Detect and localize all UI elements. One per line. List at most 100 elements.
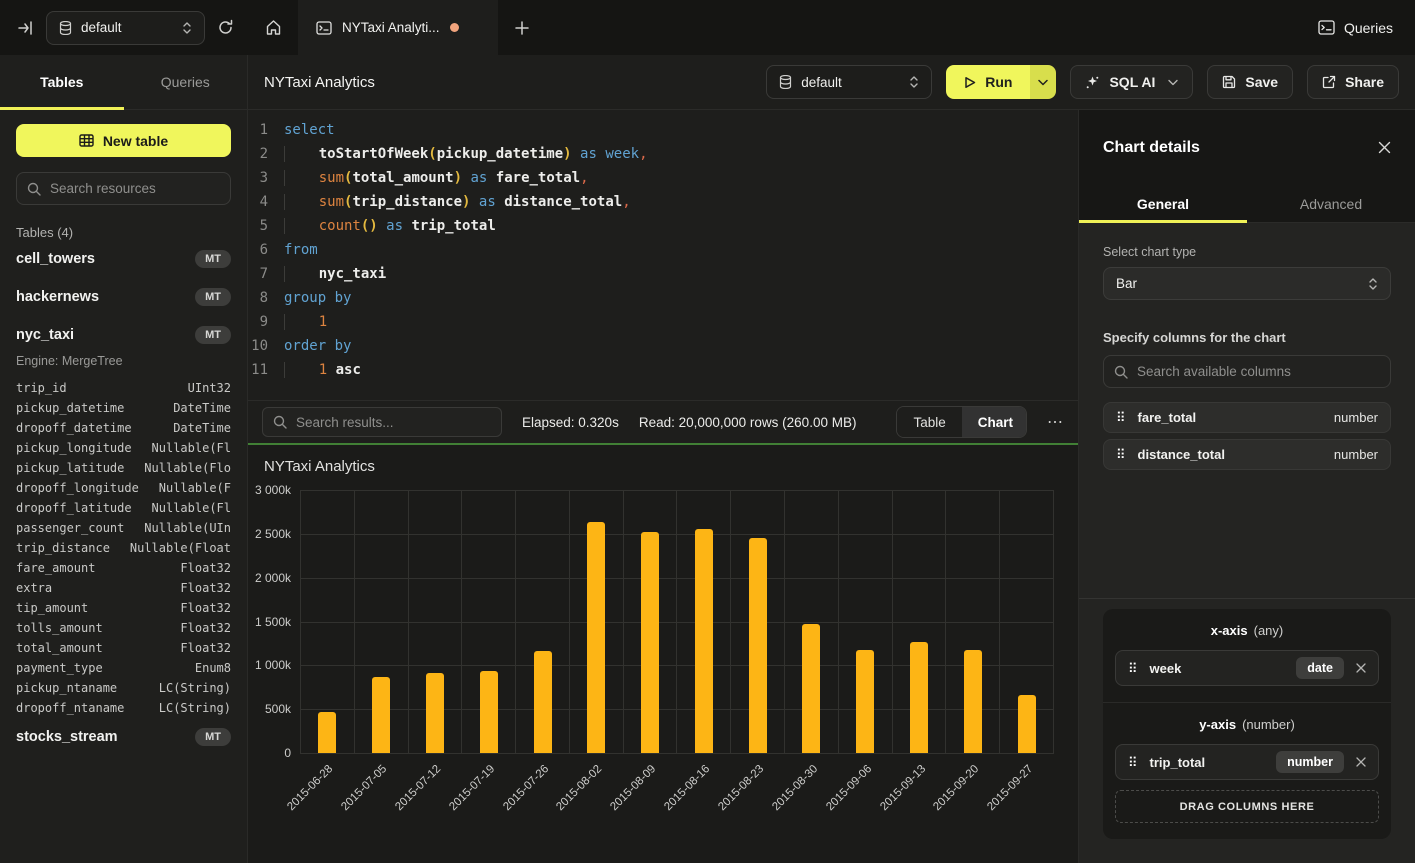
- tab-general[interactable]: General: [1079, 185, 1247, 222]
- column-type: LC(String): [159, 678, 231, 698]
- bar-2015-07-19: [480, 671, 498, 753]
- column-row: pickup_latitudeNullable(Flo: [16, 458, 231, 478]
- chart-details-body: Select chart type Bar Specify columns fo…: [1079, 223, 1415, 863]
- database-selector[interactable]: default: [46, 11, 205, 45]
- code-line[interactable]: 2 toStartOfWeek(pickup_datetime) as week…: [248, 142, 1078, 166]
- close-icon: [1378, 141, 1391, 154]
- bar-2015-08-30: [802, 624, 820, 753]
- save-button[interactable]: Save: [1207, 65, 1293, 99]
- line-number: 9: [248, 310, 284, 334]
- available-column-distance_total[interactable]: ⠿distance_totalnumber: [1103, 439, 1391, 470]
- close-panel-button[interactable]: [1378, 141, 1391, 154]
- available-column-fare_total[interactable]: ⠿fare_totalnumber: [1103, 402, 1391, 433]
- view-table-segment[interactable]: Table: [897, 407, 961, 437]
- plot-cell: [999, 490, 1054, 753]
- code-line[interactable]: 8group by: [248, 286, 1078, 310]
- chart-title: NYTaxi Analytics: [264, 458, 375, 475]
- column-name: pickup_latitude: [16, 458, 124, 478]
- column-type: Enum8: [195, 658, 231, 678]
- drag-handle-icon[interactable]: ⠿: [1116, 411, 1126, 424]
- code-line[interactable]: 6from: [248, 238, 1078, 262]
- code-line[interactable]: 1select: [248, 118, 1078, 142]
- plot-cell: [300, 490, 354, 753]
- y-axis-column-pill[interactable]: ⠿ trip_total number: [1115, 744, 1379, 780]
- chart-details-title: Chart details: [1103, 139, 1200, 157]
- column-type: Nullable(Fl: [152, 438, 231, 458]
- search-columns-input[interactable]: [1103, 355, 1391, 388]
- table-item-stocks_stream[interactable]: stocks_streamMT: [16, 718, 231, 756]
- chevron-updown-icon: [182, 21, 192, 35]
- code-line[interactable]: 3 sum(total_amount) as fare_total,: [248, 166, 1078, 190]
- sidebar-tabs: Tables Queries: [0, 55, 247, 110]
- view-chart-segment[interactable]: Chart: [962, 407, 1027, 437]
- code-line[interactable]: 7 nyc_taxi: [248, 262, 1078, 286]
- y-tick-label: 500k: [265, 702, 291, 716]
- home-button[interactable]: [248, 0, 298, 55]
- drag-handle-icon[interactable]: ⠿: [1128, 662, 1138, 675]
- more-options-button[interactable]: ⋯: [1047, 412, 1064, 432]
- bar-2015-09-06: [856, 650, 874, 753]
- sidebar-tab-tables[interactable]: Tables: [0, 55, 124, 109]
- sidebar-tab-queries[interactable]: Queries: [124, 55, 248, 109]
- remove-x-axis-column-button[interactable]: [1356, 663, 1366, 673]
- drag-handle-icon[interactable]: ⠿: [1116, 448, 1126, 461]
- y-tick-label: 1 000k: [255, 658, 291, 672]
- collapse-sidebar-button[interactable]: [18, 20, 34, 36]
- run-options-caret[interactable]: [1030, 65, 1056, 99]
- new-table-button[interactable]: New table: [16, 124, 231, 157]
- code-text: sum(total_amount) as fare_total,: [284, 166, 589, 190]
- engine-badge: MT: [195, 288, 231, 306]
- unsaved-changes-dot: [450, 23, 459, 32]
- close-icon: [1356, 757, 1366, 767]
- y-tick-label: 1 500k: [255, 615, 291, 629]
- x-axis-column-pill[interactable]: ⠿ week date: [1115, 650, 1379, 686]
- run-button[interactable]: Run: [946, 65, 1056, 99]
- tab-advanced[interactable]: Advanced: [1247, 185, 1415, 222]
- search-results-input[interactable]: [262, 407, 502, 437]
- chevron-updown-icon: [1368, 277, 1378, 291]
- bar-2015-07-12: [426, 673, 444, 753]
- table-name: nyc_taxi: [16, 327, 74, 343]
- code-text: group by: [284, 286, 351, 310]
- column-type: LC(String): [159, 698, 231, 718]
- columns-section-label: Specify columns for the chart: [1103, 330, 1391, 345]
- table-item-cell_towers[interactable]: cell_towersMT: [16, 240, 231, 278]
- share-icon: [1322, 75, 1336, 89]
- code-line[interactable]: 4 sum(trip_distance) as distance_total,: [248, 190, 1078, 214]
- tab-nytaxi-analytics[interactable]: NYTaxi Analyti...: [298, 0, 498, 55]
- line-number: 2: [248, 142, 284, 166]
- sql-ai-button[interactable]: SQL AI: [1070, 65, 1193, 99]
- sql-editor[interactable]: 1select2 toStartOfWeek(pickup_datetime) …: [248, 110, 1078, 400]
- new-tab-button[interactable]: [498, 0, 546, 55]
- drag-handle-icon[interactable]: ⠿: [1128, 756, 1138, 769]
- bar-2015-09-20: [964, 650, 982, 753]
- queries-button[interactable]: Queries: [1318, 20, 1393, 36]
- share-button[interactable]: Share: [1307, 65, 1399, 99]
- code-line[interactable]: 10order by: [248, 334, 1078, 358]
- drop-zone[interactable]: DRAG COLUMNS HERE: [1115, 790, 1379, 823]
- axis-config-card: x-axis(any) ⠿ week date: [1103, 609, 1391, 839]
- refresh-button[interactable]: [217, 19, 234, 36]
- x-tick-label: 2015-07-05: [339, 763, 389, 813]
- x-tick-label: 2015-07-26: [501, 763, 551, 813]
- toolbar-database-selector[interactable]: default: [766, 65, 932, 99]
- bar-2015-09-27: [1018, 695, 1036, 753]
- column-name: tip_amount: [16, 598, 88, 618]
- column-row: dropoff_datetimeDateTime: [16, 418, 231, 438]
- available-columns-list: ⠿fare_totalnumber ⠿distance_totalnumber: [1103, 396, 1391, 470]
- code-line[interactable]: 11 1 asc: [248, 358, 1078, 382]
- sql-ai-button-label: SQL AI: [1109, 74, 1155, 90]
- gridline: [300, 753, 1054, 754]
- chevron-down-icon: [1168, 79, 1178, 86]
- engine-badge: MT: [195, 728, 231, 746]
- column-row: pickup_datetimeDateTime: [16, 398, 231, 418]
- table-item-nyc_taxi[interactable]: nyc_taxiMT: [16, 316, 231, 354]
- code-line[interactable]: 9 1: [248, 310, 1078, 334]
- table-item-hackernews[interactable]: hackernewsMT: [16, 278, 231, 316]
- remove-y-axis-column-button[interactable]: [1356, 757, 1366, 767]
- search-resources-input[interactable]: [16, 172, 231, 205]
- plus-icon: [515, 21, 529, 35]
- code-line[interactable]: 5 count() as trip_total: [248, 214, 1078, 238]
- column-name: pickup_datetime: [16, 398, 124, 418]
- chart-type-select[interactable]: Bar: [1103, 267, 1391, 300]
